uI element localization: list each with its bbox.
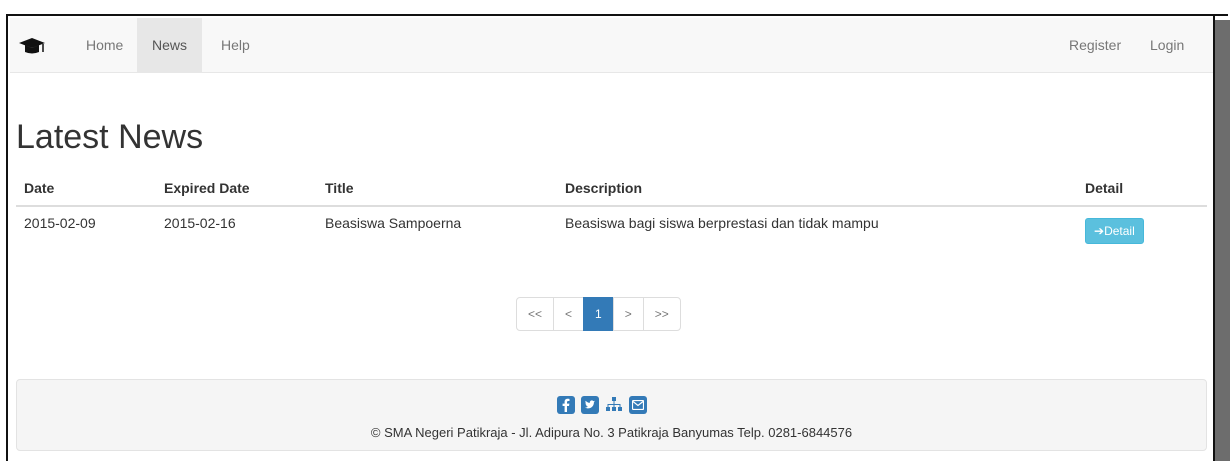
page-next[interactable]: > (612, 297, 644, 331)
sitemap-icon[interactable] (605, 396, 623, 414)
facebook-icon[interactable] (557, 396, 575, 414)
table-header-row: Date Expired Date Title Description Deta… (16, 170, 1207, 207)
cell-title: Beasiswa Sampoerna (317, 205, 557, 254)
footer-copyright: © SMA Negeri Patikraja - Jl. Adipura No.… (370, 425, 853, 440)
col-date: Date (16, 170, 156, 207)
frame-top-border (6, 14, 1228, 16)
page-current[interactable]: 1 (583, 297, 614, 331)
social-icons (557, 396, 647, 414)
arrow-right-icon: ➔ (1094, 224, 1105, 238)
window-edge (1215, 20, 1230, 461)
pagination: << < 1 > >> (516, 297, 681, 331)
footer: © SMA Negeri Patikraja - Jl. Adipura No.… (16, 379, 1207, 451)
mail-icon[interactable] (629, 396, 647, 414)
cell-description: Beasiswa bagi siswa berprestasi dan tida… (557, 205, 1077, 254)
nav-news[interactable]: News (137, 18, 203, 73)
page-last[interactable]: >> (642, 297, 681, 331)
nav-help[interactable]: Help (206, 18, 265, 73)
col-description: Description (557, 170, 1077, 207)
nav-register[interactable]: Register (1054, 18, 1136, 73)
nav-home[interactable]: Home (71, 18, 138, 73)
col-expired-date: Expired Date (156, 170, 317, 207)
table-row: 2015-02-09 2015-02-16 Beasiswa Sampoerna… (16, 205, 1207, 254)
col-title: Title (317, 170, 557, 207)
detail-button[interactable]: ➔Detail (1085, 218, 1144, 244)
page-title: Latest News (16, 118, 204, 156)
col-detail: Detail (1077, 170, 1207, 207)
page: Home News Help Register Login Latest New… (6, 14, 1215, 461)
nav-login[interactable]: Login (1135, 18, 1199, 73)
navbar: Home News Help Register Login (10, 18, 1215, 73)
news-table: Date Expired Date Title Description Deta… (16, 170, 1207, 254)
twitter-icon[interactable] (581, 396, 599, 414)
detail-button-label: Detail (1104, 224, 1135, 238)
page-prev[interactable]: < (553, 297, 585, 331)
cell-date: 2015-02-09 (16, 205, 156, 254)
frame-right-border (1213, 14, 1215, 461)
cell-detail: ➔Detail (1077, 205, 1207, 254)
browser-frame: Home News Help Register Login Latest New… (0, 0, 1230, 461)
cell-expired-date: 2015-02-16 (156, 205, 317, 254)
page-first[interactable]: << (516, 297, 555, 331)
graduation-cap-icon[interactable] (16, 30, 48, 62)
